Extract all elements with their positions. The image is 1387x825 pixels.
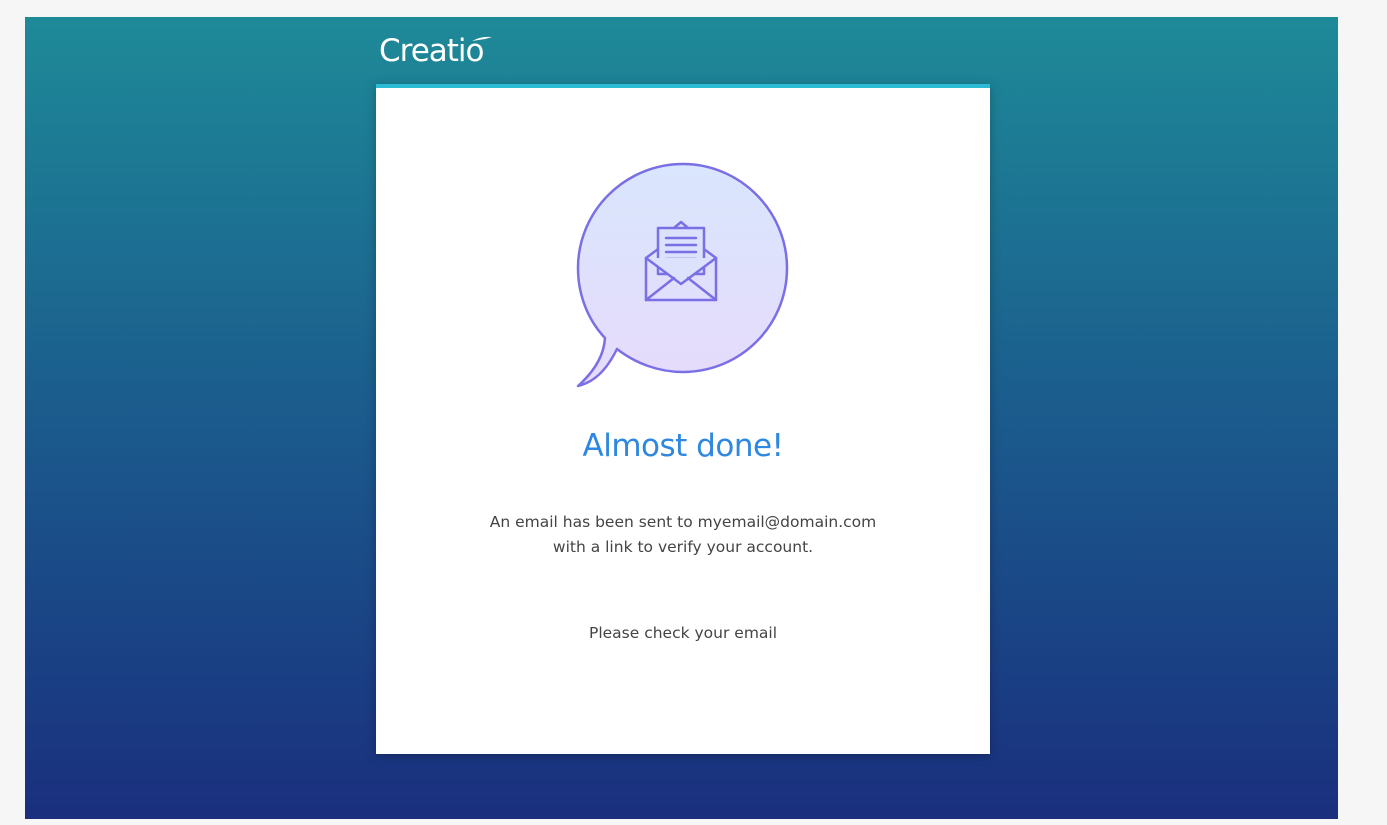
- confirmation-card: Almost done! An email has been sent to m…: [376, 84, 990, 754]
- logo-swoosh-icon: [472, 36, 492, 41]
- signup-confirmation-page: Creatio Almost done! An email has been s…: [25, 17, 1338, 819]
- logo-text: Creatio: [379, 33, 485, 69]
- confirmation-message: An email has been sent to myemail@domain…: [489, 513, 877, 556]
- creatio-logo: Creatio: [379, 31, 539, 71]
- email-sent-illustration: [576, 162, 789, 388]
- check-email-instruction: Please check your email: [588, 624, 778, 642]
- page-title: Almost done!: [582, 428, 784, 464]
